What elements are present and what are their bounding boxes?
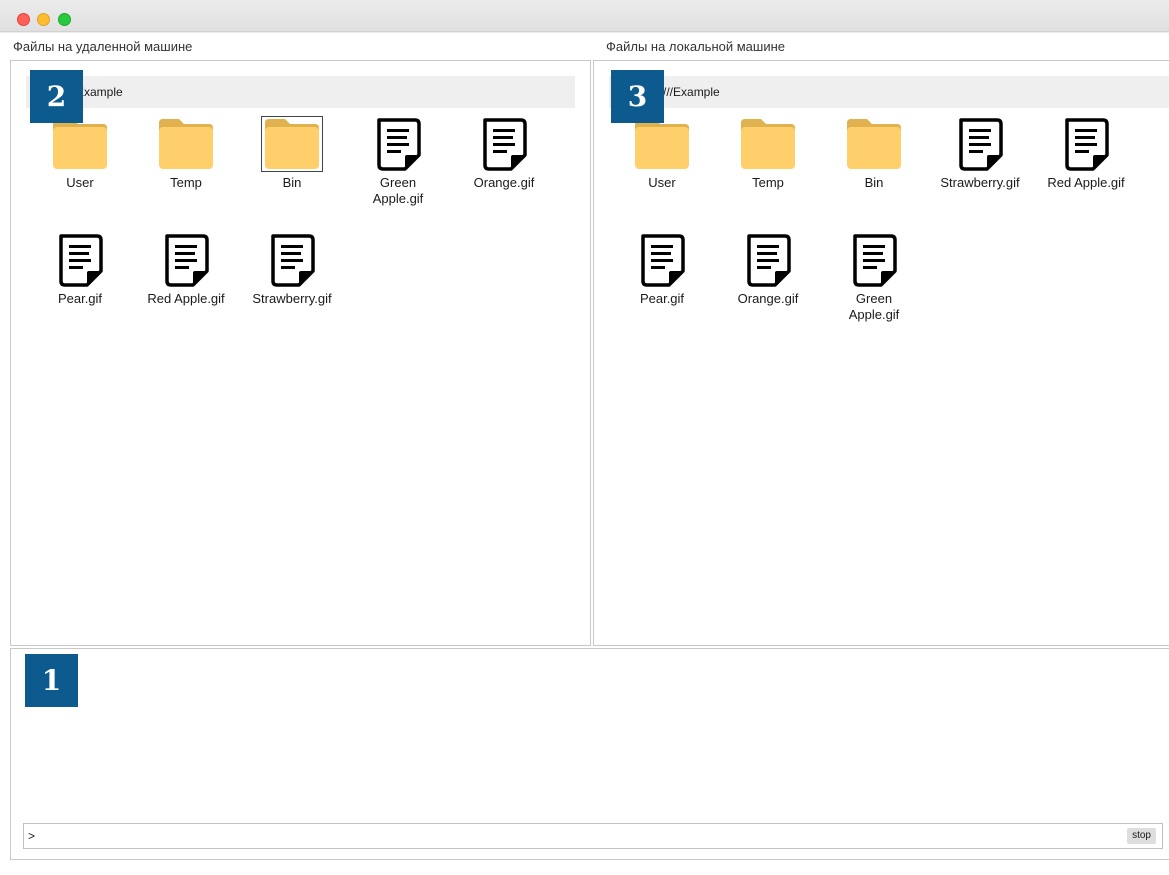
item-label: Green Apple.gif bbox=[848, 291, 900, 322]
item-label: User bbox=[66, 175, 94, 190]
item-label: Green Apple.gif bbox=[372, 175, 424, 206]
document-icon bbox=[1057, 117, 1115, 171]
local-item-strawberry[interactable]: Strawberry.gif bbox=[930, 117, 1030, 191]
item-label: Red Apple.gif bbox=[1047, 175, 1125, 190]
zoom-window-button[interactable] bbox=[58, 13, 71, 26]
remote-path-bar[interactable]: Example bbox=[26, 76, 575, 108]
local-item-user[interactable]: User bbox=[612, 117, 712, 191]
document-icon bbox=[951, 117, 1009, 171]
remote-files-label: Файлы на удаленной машине bbox=[13, 39, 193, 54]
item-label: Strawberry.gif bbox=[252, 291, 332, 306]
local-item-green-apple[interactable]: Green Apple.gif bbox=[824, 233, 924, 323]
main-content: Файлы на удаленной машине Файлы на локал… bbox=[0, 33, 1169, 875]
remote-item-green-apple[interactable]: Green Apple.gif bbox=[348, 117, 448, 207]
remote-item-temp[interactable]: Temp bbox=[136, 117, 236, 191]
document-icon bbox=[263, 233, 321, 287]
close-window-button[interactable] bbox=[17, 13, 30, 26]
folder-icon bbox=[261, 116, 323, 172]
local-item-red-apple[interactable]: Red Apple.gif bbox=[1036, 117, 1136, 191]
folder-icon bbox=[633, 117, 691, 171]
document-icon bbox=[51, 233, 109, 287]
remote-item-bin[interactable]: Bin bbox=[242, 116, 342, 191]
local-item-orange[interactable]: Orange.gif bbox=[718, 233, 818, 307]
item-label: Pear.gif bbox=[57, 291, 103, 306]
local-item-bin[interactable]: Bin bbox=[824, 117, 924, 191]
local-files-pane[interactable]: e:///Example User Temp Bin Strawberry.gi… bbox=[593, 60, 1169, 646]
document-icon bbox=[157, 233, 215, 287]
item-label: Bin bbox=[864, 175, 884, 190]
document-icon bbox=[633, 233, 691, 287]
command-input[interactable]: > stop bbox=[23, 823, 1163, 849]
item-label: Pear.gif bbox=[639, 291, 685, 306]
local-path-bar[interactable]: e:///Example bbox=[609, 76, 1169, 108]
item-label: Temp bbox=[752, 175, 784, 190]
item-label: Temp bbox=[170, 175, 202, 190]
document-icon bbox=[845, 233, 903, 287]
console-pane: > stop bbox=[10, 648, 1169, 860]
command-prompt: > bbox=[28, 829, 36, 843]
stop-button[interactable]: stop bbox=[1127, 828, 1156, 844]
folder-icon bbox=[739, 117, 797, 171]
document-icon bbox=[739, 233, 797, 287]
remote-files-pane[interactable]: Example User Temp Bin Green Apple.gif Or… bbox=[10, 60, 591, 646]
local-files-label: Файлы на локальной машине bbox=[606, 39, 786, 54]
callout-badge-3: 3 bbox=[611, 70, 664, 123]
item-label: Strawberry.gif bbox=[940, 175, 1020, 190]
local-item-pear[interactable]: Pear.gif bbox=[612, 233, 712, 307]
item-label: Red Apple.gif bbox=[147, 291, 225, 306]
callout-badge-1: 1 bbox=[25, 654, 78, 707]
remote-item-orange[interactable]: Orange.gif bbox=[454, 117, 554, 191]
app-window: Файлы на удаленной машине Файлы на локал… bbox=[0, 0, 1169, 875]
item-label: Orange.gif bbox=[473, 175, 535, 190]
local-item-temp[interactable]: Temp bbox=[718, 117, 818, 191]
remote-item-pear[interactable]: Pear.gif bbox=[30, 233, 130, 307]
folder-icon bbox=[157, 117, 215, 171]
remote-item-red-apple[interactable]: Red Apple.gif bbox=[136, 233, 236, 307]
document-icon bbox=[369, 117, 427, 171]
item-label: User bbox=[648, 175, 676, 190]
document-icon bbox=[475, 117, 533, 171]
minimize-window-button[interactable] bbox=[37, 13, 50, 26]
remote-item-user[interactable]: User bbox=[30, 117, 130, 191]
callout-badge-2: 2 bbox=[30, 70, 83, 123]
title-bar bbox=[0, 0, 1169, 32]
folder-icon bbox=[845, 117, 903, 171]
item-label: Orange.gif bbox=[737, 291, 799, 306]
item-label: Bin bbox=[282, 175, 302, 190]
remote-item-strawberry[interactable]: Strawberry.gif bbox=[242, 233, 342, 307]
folder-icon bbox=[51, 117, 109, 171]
